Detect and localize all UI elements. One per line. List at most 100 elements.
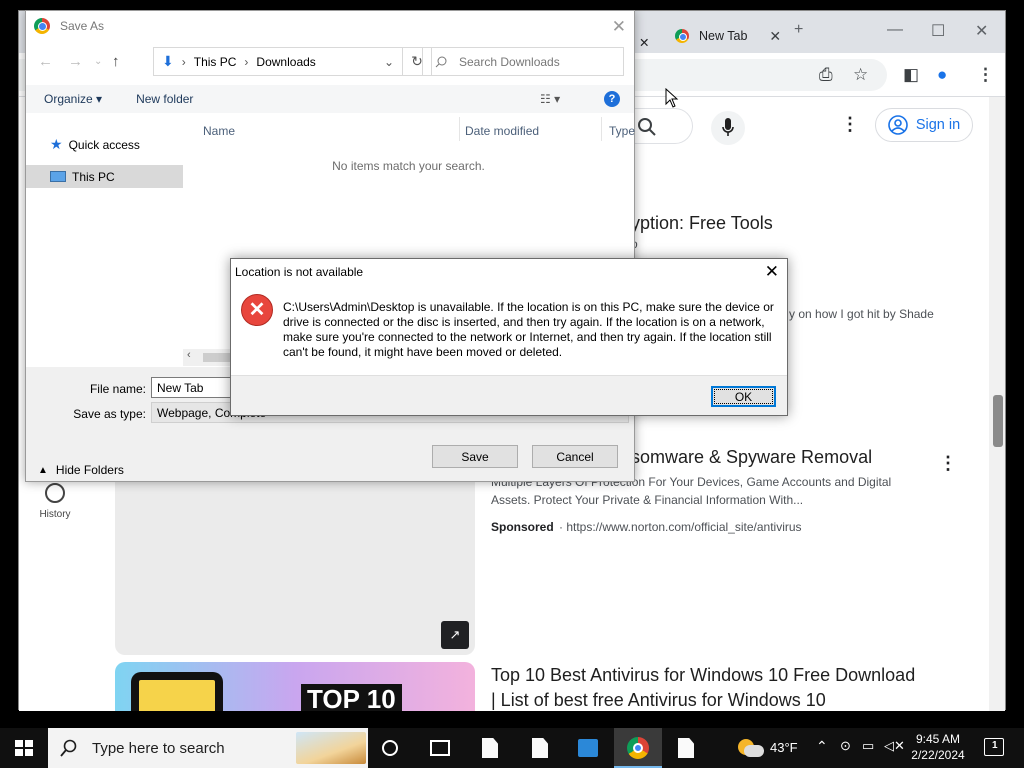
up-arrow-icon[interactable]: ↑ [112,53,120,70]
scrollbar-thumb[interactable] [203,353,233,362]
result-options-icon[interactable]: ⋮ [939,453,957,474]
ok-button[interactable]: OK [711,386,776,407]
nav-item-label: This PC [72,169,115,184]
more-options-icon[interactable]: ⋮ [841,114,859,135]
maximize-icon[interactable]: ☐ [931,21,945,41]
result-snippet: Assets. Protect Your Private & Financial… [491,493,804,507]
save-button[interactable]: Save [432,445,518,468]
breadcrumb-this-pc[interactable]: This PC [194,55,237,69]
column-header-date[interactable]: Date modified [465,124,539,138]
weather-icon[interactable] [738,737,764,759]
chevron-down-icon[interactable]: ⌄ [384,55,394,69]
taskbar-search-placeholder: Type here to search [92,739,225,757]
nav-item-quick-access[interactable]: ★ Quick access [26,133,183,156]
error-message: C:\Users\Admin\Desktop is unavailable. I… [283,300,774,359]
store-icon[interactable] [578,739,598,757]
search-icon [638,118,656,136]
tab-title: New Tab [699,29,748,43]
mouse-cursor-icon [665,88,679,108]
recent-chevron-icon[interactable]: ⌄ [94,56,102,67]
organize-label: Organize [44,92,93,106]
forward-arrow-icon[interactable]: → [68,53,83,70]
weather-temp[interactable]: 43°F [770,740,798,755]
new-tab-icon[interactable]: + [794,21,803,39]
close-window-icon[interactable]: ✕ [975,21,988,41]
open-external-icon[interactable]: ↗ [441,621,469,649]
hide-folders-label: Hide Folders [55,463,124,477]
search-input[interactable]: Search Downloads [422,47,624,76]
address-breadcrumb[interactable]: ⬇ › This PC › Downloads ⌄ [153,47,403,76]
chrome-taskbar-button[interactable] [614,728,662,768]
task-view-icon[interactable] [430,740,450,756]
file-icon[interactable] [678,738,694,758]
bookmark-star-icon[interactable]: ☆ [853,65,868,85]
page-scrollbar[interactable] [989,97,1005,711]
command-bar: Organize ▾ New folder ☷ ▾ ? [26,85,634,113]
notification-icon[interactable]: 1 [984,738,1004,756]
sponsored-label: Sponsored [491,520,554,534]
install-app-icon[interactable]: ⎙ [819,65,833,85]
chevron-right-icon: › [244,54,249,69]
minimize-icon[interactable]: — [887,21,903,39]
chrome-icon [34,18,50,34]
column-header-type[interactable]: Type [609,124,635,138]
close-tab-icon[interactable]: ✕ [769,28,781,45]
back-arrow-icon[interactable]: ← [38,53,53,70]
microphone-icon [722,118,734,136]
cortana-icon[interactable] [382,740,398,756]
result-title[interactable]: | List of best free Antivirus for Window… [491,690,826,711]
close-icon[interactable]: ✕ [765,262,779,282]
result-title[interactable]: Top 10 Best Antivirus for Windows 10 Fre… [491,665,915,686]
search-placeholder: Search Downloads [459,54,560,69]
help-icon[interactable]: ? [604,91,620,107]
file-name-value: New Tab [157,380,204,395]
top10-image[interactable]: TOP 10 [115,662,475,711]
windows-start-icon[interactable] [15,740,33,756]
clock-time: 9:45 AM [915,732,961,746]
save-type-label: Save as type: [73,407,146,421]
organize-button[interactable]: Organize ▾ [44,92,102,106]
taskbar-search-input[interactable]: Type here to search [48,728,368,768]
error-icon: ✕ [241,294,273,326]
hide-folders-button[interactable]: ▲ Hide Folders [38,463,124,477]
notification-count: 1 [992,740,998,751]
top10-banner: TOP 10 [301,684,402,711]
breadcrumb-downloads[interactable]: Downloads [256,55,315,69]
history-nav[interactable]: History [19,483,91,520]
file-name-label: File name: [89,382,146,396]
file-icon[interactable] [482,738,498,758]
result-title[interactable]: yption: Free Tools [631,213,773,234]
windows-taskbar: Type here to search 43°F ⌃ ⊙ ▭ ◁✕ 9:45 A… [0,728,1024,768]
history-label: History [39,509,71,520]
chrome-icon [675,29,689,43]
file-icon[interactable] [532,738,548,758]
column-header-name[interactable]: Name [203,124,235,138]
tray-chevron-up-icon[interactable]: ⌃ [816,738,828,755]
result-url[interactable]: · https://www.norton.com/official_site/a… [559,518,802,536]
chevron-right-icon: › [181,54,186,69]
nav-item-this-pc[interactable]: This PC [26,165,183,188]
star-icon: ★ [50,136,63,152]
network-icon[interactable]: ▭ [862,738,874,754]
profile-icon[interactable]: ● [937,65,947,85]
scroll-left-icon[interactable]: ‹ [187,349,191,361]
side-panel-icon[interactable]: ◧ [903,65,919,85]
search-icon [435,56,447,67]
new-folder-button[interactable]: New folder [136,92,193,106]
voice-search-button[interactable] [711,111,745,145]
result-title[interactable]: somware & Spyware Removal [631,447,872,468]
view-options-icon[interactable]: ☷ ▾ [540,92,560,106]
scrollbar-thumb[interactable] [993,395,1003,447]
empty-message: No items match your search. [332,159,485,173]
cancel-button[interactable]: Cancel [532,445,618,468]
image-card[interactable]: ↗ [115,471,475,655]
sign-in-button[interactable]: Sign in [875,108,973,142]
close-icon[interactable]: ✕ [612,17,626,37]
tab-new-tab[interactable]: New Tab ✕ [669,19,783,53]
menu-kebab-icon[interactable]: ⋮ [977,65,994,85]
clock-date: 2/22/2024 [911,748,965,762]
search-button[interactable] [627,108,693,144]
clock[interactable]: 9:45 AM 2/22/2024 [898,731,978,763]
network-status-icon[interactable]: ⊙ [840,738,851,754]
result-snippet: y on how I got hit by Shade [789,307,934,321]
